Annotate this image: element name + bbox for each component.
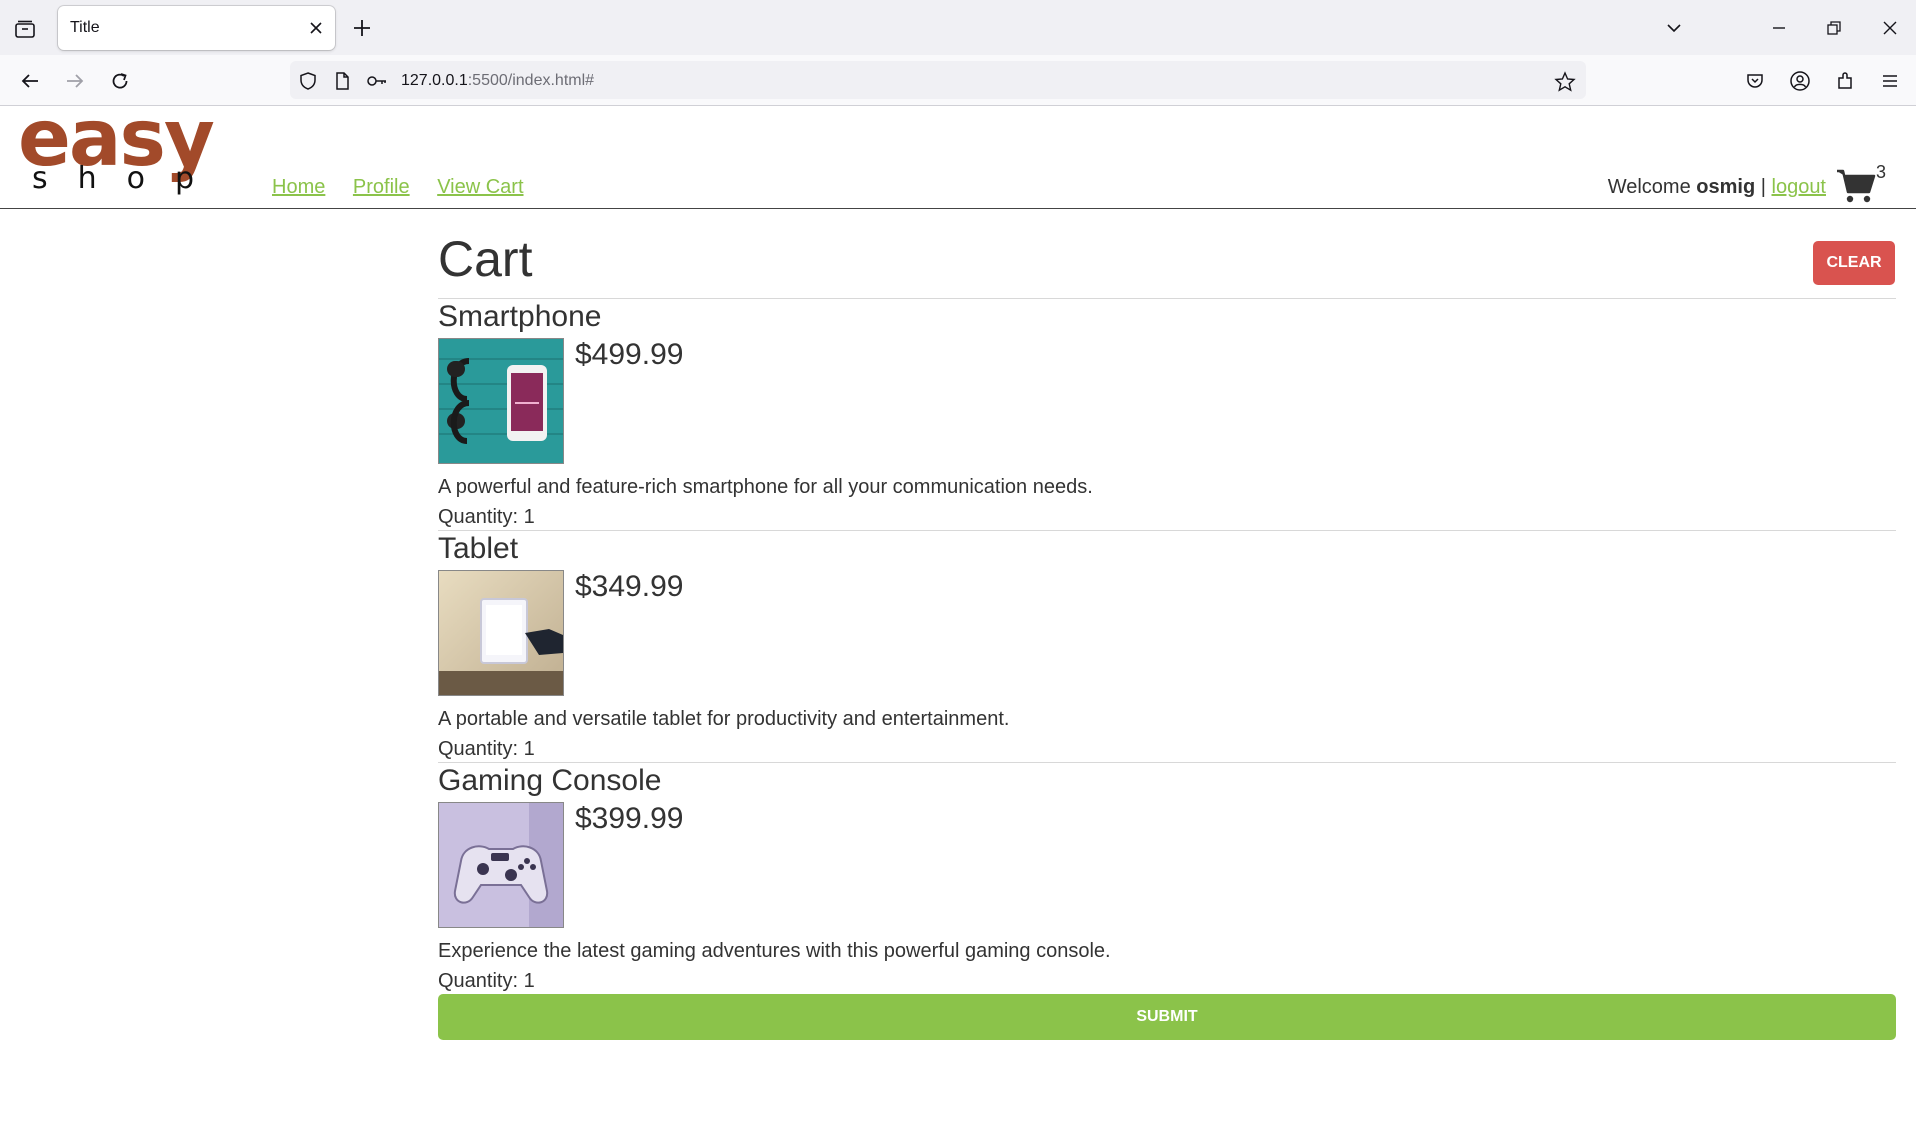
welcome-separator: | — [1760, 176, 1766, 198]
item-price: $349.99 — [575, 570, 684, 603]
item-price: $499.99 — [575, 338, 684, 371]
easyshop-logo[interactable]: easy shop — [18, 100, 258, 206]
username: osmig — [1696, 176, 1756, 198]
item-description: A portable and versatile tablet for prod… — [438, 708, 1010, 730]
chevron-down-icon[interactable] — [1660, 14, 1688, 42]
divider — [438, 298, 1896, 299]
item-name: Tablet — [438, 532, 519, 565]
back-icon[interactable] — [17, 68, 43, 94]
menu-icon[interactable] — [1877, 68, 1903, 94]
star-icon[interactable] — [1554, 71, 1576, 92]
minimize-icon[interactable] — [1765, 14, 1793, 42]
nav-home-link[interactable]: Home — [272, 176, 325, 198]
welcome-text: Welcome — [1607, 176, 1691, 198]
address-bar[interactable]: 127.0.0.1:5500/index.html# — [290, 61, 1586, 99]
url-host: 127.0.0.1 — [401, 72, 468, 89]
reload-icon[interactable] — [107, 68, 133, 94]
item-quantity: Quantity: 1 — [438, 506, 535, 528]
close-icon[interactable] — [307, 19, 325, 37]
divider — [438, 530, 1896, 531]
item-description: Experience the latest gaming adventures … — [438, 940, 1111, 962]
tab-list-icon[interactable] — [10, 14, 40, 44]
item-name: Smartphone — [438, 300, 602, 333]
cart-item-gaming-console: Gaming Console $399.99 Experience the la… — [438, 764, 1896, 996]
page-title: Cart — [438, 231, 533, 287]
close-window-icon[interactable] — [1876, 14, 1904, 42]
browser-tab-bar: Title — [0, 0, 1916, 55]
cart-count-badge: 3 — [1876, 162, 1887, 182]
url-text: 127.0.0.1:5500/index.html# — [401, 72, 594, 90]
product-image-tablet[interactable] — [438, 570, 564, 696]
url-path: :5500/index.html# — [467, 72, 595, 89]
item-price: $399.99 — [575, 802, 684, 835]
browser-nav-bar: 127.0.0.1:5500/index.html# — [0, 55, 1916, 106]
extensions-icon[interactable] — [1832, 68, 1858, 94]
tab-title: Title — [70, 19, 100, 36]
product-image-smartphone[interactable] — [438, 338, 564, 464]
item-name: Gaming Console — [438, 764, 662, 797]
forward-icon[interactable] — [62, 68, 88, 94]
divider — [438, 762, 1896, 763]
key-icon[interactable] — [366, 71, 386, 91]
cart-icon[interactable] — [1836, 168, 1876, 204]
page-icon[interactable] — [332, 71, 352, 91]
logo-bottom-text: shop — [32, 161, 225, 196]
nav-profile-link[interactable]: Profile — [353, 176, 410, 198]
browser-tab[interactable]: Title — [58, 6, 335, 50]
site-header: easy shop Home Profile View Cart Welcome… — [0, 100, 1916, 209]
main-nav: Home Profile View Cart — [272, 176, 546, 199]
account-icon[interactable] — [1787, 68, 1813, 94]
cart-item-tablet: Tablet $349.99 A portable and versatile … — [438, 532, 1896, 764]
submit-button[interactable]: SUBMIT — [438, 994, 1896, 1040]
logout-link[interactable]: logout — [1772, 176, 1827, 198]
pocket-icon[interactable] — [1742, 68, 1768, 94]
item-description: A powerful and feature-rich smartphone f… — [438, 476, 1093, 498]
item-quantity: Quantity: 1 — [438, 738, 535, 760]
product-image-gaming-console[interactable] — [438, 802, 564, 928]
clear-button[interactable]: CLEAR — [1813, 241, 1895, 285]
welcome-message: Welcome osmig | logout — [1608, 176, 1826, 199]
plus-icon[interactable] — [350, 16, 374, 40]
restore-icon[interactable] — [1820, 14, 1848, 42]
nav-view-cart-link[interactable]: View Cart — [437, 176, 523, 198]
shield-icon[interactable] — [298, 71, 318, 91]
cart-item-smartphone: Smartphone $499.99 A powerful and featur… — [438, 300, 1896, 532]
item-quantity: Quantity: 1 — [438, 970, 535, 992]
